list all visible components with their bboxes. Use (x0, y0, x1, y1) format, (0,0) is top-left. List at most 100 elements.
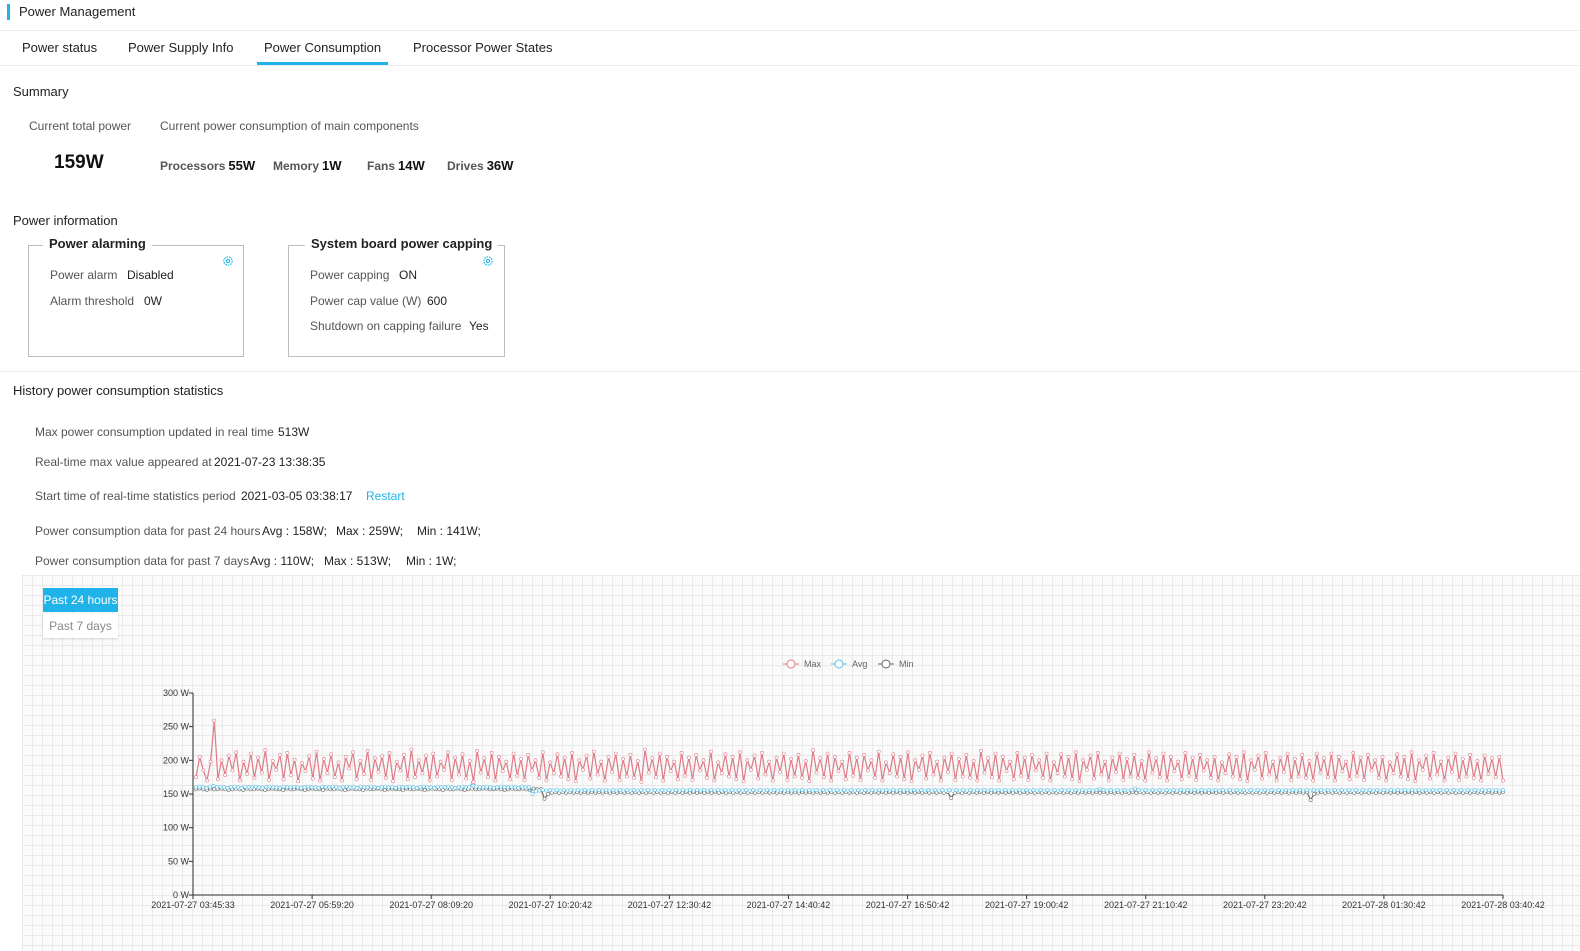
data-point-max (654, 775, 658, 780)
data-point-avg (1136, 788, 1141, 792)
data-point-avg (1420, 788, 1425, 793)
data-point-avg (544, 788, 549, 793)
data-point-avg (1431, 788, 1435, 792)
data-point-avg (1224, 788, 1229, 793)
data-point-max (559, 774, 564, 779)
data-point-avg (873, 788, 878, 793)
data-point-avg (498, 784, 503, 789)
data-point-max (537, 775, 542, 780)
data-point-max (372, 756, 377, 761)
gear-icon[interactable] (222, 255, 234, 267)
data-point-avg (1098, 786, 1102, 791)
restart-link[interactable]: Restart (366, 489, 405, 503)
data-point-avg (817, 788, 822, 793)
data-point-avg (1038, 788, 1043, 792)
data-point-max (1428, 776, 1432, 781)
data-point-max (1490, 756, 1494, 761)
data-point-avg (593, 788, 598, 793)
data-point-max (1446, 755, 1451, 760)
data-point-avg (491, 785, 496, 790)
x-tick-label: 2021-07-27 16:50:42 (866, 900, 950, 910)
data-point-max (263, 748, 268, 753)
data-point-avg (663, 788, 668, 793)
power-information-title: Power information (13, 213, 118, 228)
data-point-avg (912, 788, 917, 792)
data-point-avg (719, 788, 724, 793)
data-point-avg (1336, 788, 1341, 793)
data-point-avg (428, 785, 433, 790)
data-point-avg (295, 785, 300, 790)
data-point-max (1486, 771, 1491, 776)
data-point-avg (421, 784, 426, 789)
data-point-avg (1063, 788, 1067, 793)
data-point-max (577, 758, 582, 763)
data-point-min (1098, 790, 1102, 795)
max-realtime-label: Max power consumption updated in real ti… (35, 425, 274, 439)
data-point-avg (821, 788, 826, 792)
data-point-max (226, 753, 231, 758)
data-point-max (906, 750, 910, 755)
data-point-max (1103, 759, 1108, 764)
data-point-avg (1087, 788, 1092, 792)
data-point-max (489, 750, 494, 755)
data-point-avg (908, 788, 913, 793)
data-point-max (369, 777, 374, 782)
data-point-avg (323, 785, 328, 790)
tab-processor-power-states[interactable]: Processor Power States (413, 40, 552, 55)
data-point-max (1344, 759, 1348, 764)
data-point-avg (1028, 788, 1032, 793)
data-point-max (851, 773, 856, 778)
component-memory: Memory 1W (273, 158, 342, 173)
data-point-avg (1269, 788, 1274, 792)
data-point-max (1172, 769, 1177, 774)
data-point-max (482, 756, 487, 761)
data-point-avg (407, 784, 412, 789)
component-name: Memory (273, 159, 320, 173)
data-point-avg (835, 788, 840, 792)
data-point-avg (765, 788, 770, 792)
data-point-avg (1448, 788, 1453, 793)
data-point-avg (309, 785, 314, 790)
data-point-max (624, 774, 629, 779)
data-point-max (1000, 755, 1005, 759)
data-point-max (332, 775, 337, 780)
data-point-avg (870, 788, 875, 792)
data-point-max (1179, 777, 1184, 782)
data-point-max (1387, 760, 1392, 765)
data-point-max (453, 755, 458, 760)
data-point-avg (1497, 788, 1502, 793)
data-point-avg (1480, 788, 1484, 792)
power-cap-value-label: Power cap value (W) (310, 294, 422, 308)
data-point-max (778, 769, 783, 774)
data-point-avg (1329, 788, 1334, 793)
data-point-avg (1378, 788, 1383, 793)
gear-icon[interactable] (482, 255, 494, 267)
data-point-max (1114, 769, 1118, 774)
data-point-max (792, 774, 797, 779)
data-point-avg (698, 788, 703, 793)
data-point-max (1234, 755, 1239, 759)
data-point-max (1289, 777, 1294, 782)
data-point-avg (1445, 788, 1449, 792)
data-point-max (208, 759, 213, 764)
data-point-avg (1010, 788, 1015, 792)
data-point-max (584, 753, 589, 758)
data-point-max (833, 755, 837, 759)
data-point-avg (425, 785, 430, 790)
data-point-max (588, 776, 593, 781)
data-point-max (493, 778, 498, 783)
data-point-max (1216, 778, 1221, 783)
data-point-max (1077, 779, 1082, 784)
tab-power-status[interactable]: Power status (22, 40, 97, 55)
data-point-max (1282, 769, 1286, 774)
data-point-avg (548, 788, 552, 792)
tab-power-consumption[interactable]: Power Consumption (264, 40, 381, 55)
tab-power-supply-info[interactable]: Power Supply Info (128, 40, 234, 55)
data-point-max (1493, 775, 1498, 780)
data-point-max (1052, 760, 1056, 765)
data-point-max (935, 759, 940, 764)
data-point-avg (1112, 788, 1117, 793)
data-point-avg (1220, 788, 1225, 792)
data-point-max (646, 770, 651, 775)
data-point-max (1095, 750, 1100, 755)
